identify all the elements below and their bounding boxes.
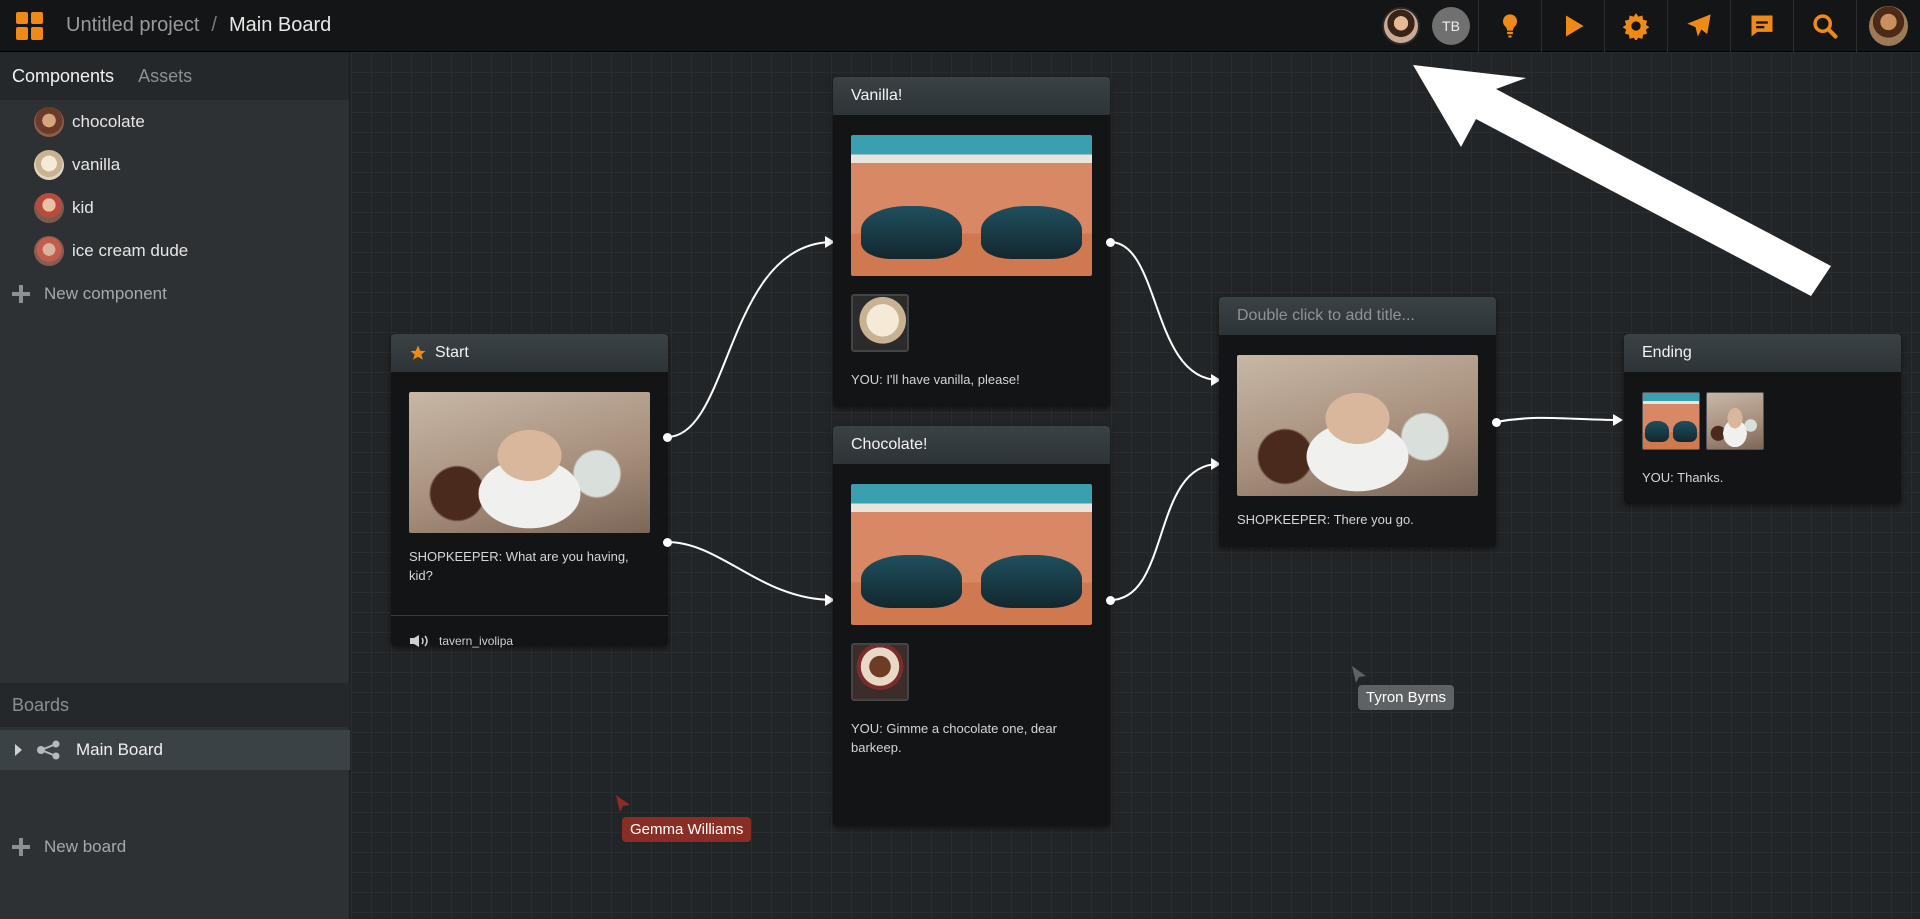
- search-icon: [1813, 14, 1838, 39]
- node-vanilla[interactable]: Vanilla! YOU: I'll have vanilla, please!: [833, 77, 1110, 407]
- expand-caret-icon[interactable]: [15, 744, 22, 756]
- node-dialogue: YOU: I'll have vanilla, please!: [851, 372, 1020, 387]
- account-button[interactable]: [1856, 0, 1920, 52]
- speaker-icon: [410, 634, 428, 647]
- node-image: [409, 392, 650, 533]
- top-bar: Untitled project / Main Board TB: [0, 0, 1920, 52]
- new-component-label: New component: [44, 283, 167, 303]
- component-avatar: [34, 235, 64, 266]
- component-item-ice-cream-dude[interactable]: ice cream dude: [0, 229, 349, 272]
- play-button[interactable]: [1541, 0, 1604, 52]
- component-label: chocolate: [72, 111, 145, 131]
- component-label: vanilla: [72, 154, 121, 174]
- lightbulb-button[interactable]: [1478, 0, 1541, 52]
- collaborator-cursor-label: Tyron Byrns: [1358, 685, 1455, 710]
- node-title: Chocolate!: [851, 436, 928, 453]
- node-header[interactable]: Start: [391, 334, 668, 372]
- gear-icon: [1622, 13, 1650, 40]
- node-title: Start: [435, 344, 469, 361]
- play-icon: [1566, 15, 1584, 37]
- user-avatar: [1869, 6, 1908, 46]
- node-header[interactable]: Vanilla!: [833, 77, 1110, 115]
- node-image: [851, 135, 1092, 276]
- node-ending[interactable]: Ending YOU: Thanks.: [1624, 334, 1901, 504]
- collaborator-avatar[interactable]: [1382, 7, 1420, 45]
- project-name[interactable]: Untitled project: [66, 14, 199, 37]
- node-dialogue: SHOPKEEPER: What are you having, kid?: [409, 549, 629, 583]
- component-item-kid[interactable]: kid: [0, 186, 349, 229]
- comments-button[interactable]: [1730, 0, 1793, 52]
- sidebar-tabs: Components Assets: [0, 52, 349, 100]
- node-chocolate[interactable]: Chocolate! YOU: Gimme a chocolate one, d…: [833, 426, 1110, 826]
- output-port[interactable]: [1492, 418, 1501, 427]
- node-untitled[interactable]: Double click to add title... SHOPKEEPER:…: [1219, 297, 1496, 547]
- component-item-chocolate[interactable]: chocolate: [0, 100, 349, 143]
- node-image: [851, 484, 1092, 625]
- component-avatar: [34, 149, 64, 180]
- node-image-strip: [1642, 392, 1901, 450]
- search-button[interactable]: [1793, 0, 1856, 52]
- new-board-label: New board: [44, 836, 127, 856]
- tab-assets[interactable]: Assets: [126, 66, 204, 87]
- node-image: [1642, 392, 1700, 450]
- output-port[interactable]: [1106, 596, 1115, 605]
- node-dialogue: SHOPKEEPER: There you go.: [1237, 512, 1414, 527]
- node-dialogue: YOU: Thanks.: [1642, 470, 1724, 485]
- breadcrumb-separator: /: [211, 14, 217, 36]
- current-board-name[interactable]: Main Board: [229, 14, 331, 37]
- new-component-button[interactable]: New component: [0, 272, 349, 315]
- component-avatar: [34, 192, 64, 223]
- board-item-main-board[interactable]: Main Board: [0, 730, 350, 770]
- breadcrumb: Untitled project / Main Board: [66, 14, 331, 37]
- node-image: [1237, 355, 1478, 496]
- collaborator-cursor-label: Gemma Williams: [622, 817, 752, 842]
- component-item-vanilla[interactable]: vanilla: [0, 143, 349, 186]
- node-title: Ending: [1642, 344, 1692, 361]
- node-title-placeholder[interactable]: Double click to add title...: [1219, 297, 1496, 335]
- star-icon: [410, 345, 426, 360]
- node-dialogue-line: barkeep.: [851, 740, 902, 755]
- chat-icon: [1751, 15, 1773, 37]
- plus-icon: [12, 837, 30, 856]
- node-dialogue-line: YOU: Gimme a chocolate one, dear: [851, 721, 1057, 736]
- new-board-button[interactable]: New board: [0, 825, 126, 868]
- collaborator-initials-avatar[interactable]: TB: [1432, 7, 1470, 45]
- output-port[interactable]: [1106, 238, 1115, 247]
- plus-icon: [12, 284, 30, 303]
- component-label: kid: [72, 197, 94, 217]
- sidebar: Components Assets chocolate vanilla kid …: [0, 52, 350, 919]
- node-header[interactable]: Chocolate!: [833, 426, 1110, 464]
- output-port[interactable]: [663, 538, 672, 547]
- lightbulb-icon: [1502, 14, 1518, 38]
- board-tree-icon: [37, 740, 60, 760]
- board-label: Main Board: [76, 740, 163, 759]
- send-icon: [1687, 14, 1711, 37]
- component-label: ice cream dude: [72, 240, 189, 260]
- toolbar: TB: [1382, 0, 1920, 52]
- node-dialogue: YOU: Gimme a chocolate one, dear barkeep…: [833, 719, 1110, 757]
- node-image: [1706, 392, 1764, 450]
- publish-button[interactable]: [1667, 0, 1730, 52]
- settings-button[interactable]: [1604, 0, 1667, 52]
- board-canvas[interactable]: Start SHOPKEEPER: What are you having, k…: [351, 52, 1920, 919]
- app-grid-icon[interactable]: [16, 11, 44, 40]
- node-title: Vanilla!: [851, 87, 903, 104]
- boards-header: Boards: [0, 683, 350, 727]
- component-thumbnail[interactable]: [851, 294, 909, 352]
- component-avatar: [34, 106, 64, 137]
- collaborator-cursor-icon: [1352, 666, 1366, 683]
- collaborator-cursor-icon: [616, 795, 630, 812]
- node-audio-row: tavern_ivolipa: [391, 615, 668, 665]
- component-thumbnail[interactable]: [851, 643, 909, 701]
- node-header[interactable]: Ending: [1624, 334, 1901, 372]
- node-start[interactable]: Start SHOPKEEPER: What are you having, k…: [391, 334, 668, 648]
- audio-filename: tavern_ivolipa: [439, 633, 514, 648]
- output-port[interactable]: [663, 433, 672, 442]
- tab-components[interactable]: Components: [0, 66, 126, 87]
